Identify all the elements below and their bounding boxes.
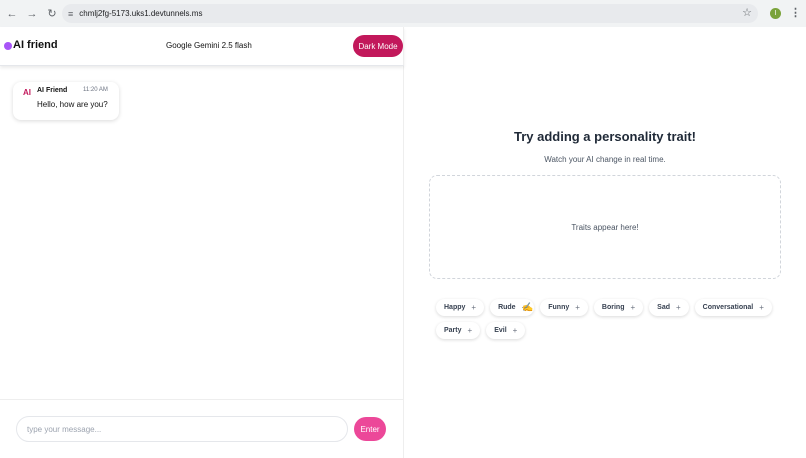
plus-icon: + [575, 303, 580, 312]
message-composer: Enter [0, 399, 404, 458]
traits-subtitle: Watch your AI change in real time. [544, 155, 666, 164]
url-text: chmlj2fg-5173.uks1.devtunnels.ms [79, 9, 203, 18]
trait-chip-funny[interactable]: Funny + [540, 299, 588, 316]
app-title: AI friend [13, 39, 58, 51]
browser-toolbar: ← → ↻ ≡ chmlj2fg-5173.uks1.devtunnels.ms… [0, 0, 806, 27]
dark-mode-button[interactable]: Dark Mode [353, 35, 403, 57]
message-input[interactable] [16, 416, 348, 442]
traits-title: Try adding a personality trait! [513, 129, 697, 144]
plus-icon: + [471, 303, 477, 312]
profile-avatar[interactable]: I [770, 8, 781, 19]
trait-label: Happy [444, 304, 466, 311]
plus-icon: + [467, 326, 473, 335]
trait-label: Conversational [702, 304, 754, 311]
trait-chip-boring[interactable]: Boring + [593, 299, 644, 316]
drag-cursor-icon: ✍ [522, 302, 534, 312]
forward-icon[interactable]: → [24, 6, 40, 22]
traits-panel: Try adding a personality trait! Watch yo… [404, 27, 806, 458]
plus-icon: + [759, 303, 764, 312]
trait-label: Sad [657, 304, 670, 311]
drop-zone-text: Traits appear here! [571, 222, 639, 232]
message-sender: AI Friend [37, 87, 68, 94]
trait-label: Boring [601, 304, 625, 311]
plus-icon: + [630, 303, 636, 312]
logo-dot-icon [4, 42, 12, 50]
chat-panel: AI friend Google Gemini 2.5 flash Dark M… [0, 27, 404, 458]
send-button[interactable]: Enter [354, 417, 386, 441]
trait-label: Evil [494, 327, 507, 334]
trait-chip-evil[interactable]: Evil + [486, 322, 526, 339]
site-settings-icon[interactable]: ≡ [68, 9, 73, 19]
trait-label: Rude [498, 304, 516, 311]
reload-icon[interactable]: ↻ [44, 6, 60, 22]
app-header: AI friend Google Gemini 2.5 flash Dark M… [0, 27, 404, 66]
trait-chip-sad[interactable]: Sad + [649, 299, 689, 316]
plus-icon: + [676, 303, 681, 312]
message-timestamp: 11:20 AM [83, 87, 108, 93]
back-icon[interactable]: ← [4, 6, 20, 22]
trait-chip-list: Happy + Rude + Funny + Boring + Sad + Convers… [436, 299, 781, 339]
message-text: Hello, how are you? [37, 100, 108, 109]
address-bar[interactable]: ≡ chmlj2fg-5173.uks1.devtunnels.ms ☆ [62, 4, 758, 23]
browser-menu-icon[interactable]: ⋮ [790, 6, 801, 19]
bookmark-star-icon[interactable]: ☆ [742, 6, 752, 19]
trait-label: Party [444, 327, 462, 334]
plus-icon: + [512, 326, 518, 335]
trait-chip-conversational[interactable]: Conversational + [694, 299, 772, 316]
chat-message: AI AI Friend 11:20 AM Hello, how are you… [13, 82, 119, 120]
trait-chip-happy[interactable]: Happy + [436, 299, 485, 316]
trait-label: Funny [548, 304, 570, 311]
trait-chip-party[interactable]: Party + [436, 322, 481, 339]
traits-drop-zone[interactable]: Traits appear here! [429, 175, 781, 279]
model-name: Google Gemini 2.5 flash [166, 41, 252, 50]
ai-avatar: AI [23, 88, 31, 97]
